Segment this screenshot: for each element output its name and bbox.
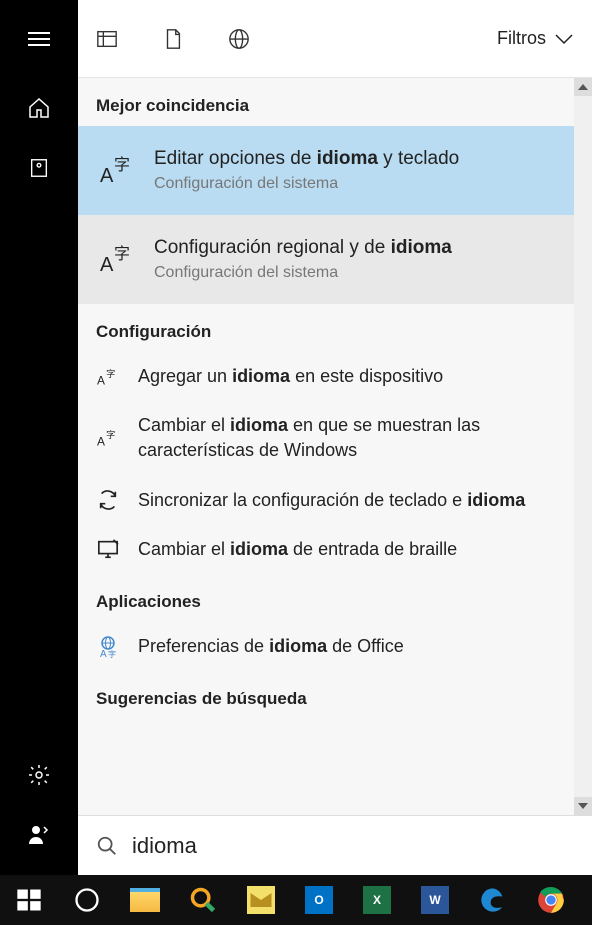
result-title: Sincronizar la configuración de teclado … — [138, 488, 525, 513]
home-icon — [27, 96, 51, 120]
edge-button[interactable] — [464, 875, 522, 925]
svg-text:A: A — [100, 649, 107, 659]
section-best-match: Mejor coincidencia — [78, 78, 574, 126]
svg-text:A: A — [97, 435, 105, 449]
result-title: Cambiar el idioma de entrada de braille — [138, 537, 457, 562]
result-title: Agregar un idioma en este dispositivo — [138, 364, 443, 389]
result-subtitle: Configuración del sistema — [154, 173, 459, 195]
svg-text:字: 字 — [114, 245, 130, 263]
feedback-button[interactable] — [0, 805, 78, 865]
sync-icon — [96, 488, 120, 512]
home-button[interactable] — [0, 78, 78, 138]
excel-button[interactable]: X — [348, 875, 406, 925]
windows-logo-icon — [15, 886, 43, 914]
settings-button[interactable] — [0, 745, 78, 805]
filters-label: Filtros — [497, 28, 546, 49]
folder-open-icon — [247, 886, 275, 914]
svg-text:A: A — [100, 254, 114, 276]
outlook-button[interactable]: O — [290, 875, 348, 925]
apps-scope-icon[interactable] — [96, 28, 118, 50]
svg-text:A: A — [97, 373, 105, 387]
cortana-circle-icon — [73, 886, 101, 914]
search-everything-button[interactable] — [174, 875, 232, 925]
edge-icon — [479, 886, 507, 914]
result-title: Preferencias de idioma de Office — [138, 634, 404, 659]
person-icon — [27, 823, 51, 847]
cortana-left-rail — [0, 0, 78, 875]
section-search-suggestions: Sugerencias de búsqueda — [78, 671, 574, 719]
menu-button[interactable] — [0, 0, 78, 78]
search-input[interactable] — [132, 833, 574, 859]
chevron-down-icon — [554, 33, 574, 45]
mail-button[interactable] — [232, 875, 290, 925]
start-button[interactable] — [0, 875, 58, 925]
settings-item-1[interactable]: A字 Agregar un idioma en este dispositivo — [78, 352, 574, 401]
documents-scope-icon[interactable] — [162, 28, 184, 50]
notebook-icon — [28, 157, 50, 179]
panel-header: Filtros — [78, 0, 592, 78]
result-title: Configuración regional y de idioma — [154, 235, 452, 262]
result-subtitle: Configuración del sistema — [154, 262, 452, 284]
result-title: Cambiar el idioma en que se muestran las… — [138, 413, 556, 463]
word-icon: W — [421, 886, 449, 914]
settings-item-4[interactable]: Cambiar el idioma de entrada de braille — [78, 525, 574, 574]
svg-text:字: 字 — [108, 649, 116, 659]
display-icon — [96, 537, 120, 561]
excel-icon: X — [363, 886, 391, 914]
filters-dropdown[interactable]: Filtros — [497, 28, 574, 49]
gear-icon — [27, 763, 51, 787]
file-explorer-button[interactable] — [116, 875, 174, 925]
taskbar: O X W — [0, 875, 592, 925]
language-icon: A 字 — [96, 239, 136, 279]
hamburger-icon — [28, 32, 50, 46]
scroll-down-arrow[interactable] — [574, 797, 592, 815]
outlook-icon: O — [305, 886, 333, 914]
folder-icon — [130, 888, 160, 912]
language-icon: A字 — [96, 365, 120, 389]
search-results-panel: Filtros Mejor coincidencia A 字 — [78, 0, 592, 875]
chrome-button[interactable] — [522, 875, 580, 925]
language-icon: A 字 — [96, 150, 136, 190]
chrome-icon — [537, 886, 565, 914]
web-scope-icon[interactable] — [228, 28, 250, 50]
svg-text:字: 字 — [106, 429, 115, 440]
notebook-button[interactable] — [0, 138, 78, 198]
settings-item-3[interactable]: Sincronizar la configuración de teclado … — [78, 476, 574, 525]
search-icon — [96, 835, 118, 857]
scrollbar[interactable] — [574, 78, 592, 815]
best-match-item-2[interactable]: A 字 Configuración regional y de idioma C… — [78, 215, 574, 304]
section-apps: Aplicaciones — [78, 574, 574, 622]
results-scroll-area: Mejor coincidencia A 字 Editar opciones d… — [78, 78, 592, 815]
magnifier-orange-icon — [189, 886, 217, 914]
apps-item-1[interactable]: A 字 Preferencias de idioma de Office — [78, 622, 574, 671]
cortana-button[interactable] — [58, 875, 116, 925]
language-icon: A字 — [96, 426, 120, 450]
word-button[interactable]: W — [406, 875, 464, 925]
svg-text:字: 字 — [106, 368, 115, 379]
best-match-item-1[interactable]: A 字 Editar opciones de idioma y teclado … — [78, 126, 574, 215]
settings-item-2[interactable]: A字 Cambiar el idioma en que se muestran … — [78, 401, 574, 475]
scroll-up-arrow[interactable] — [574, 78, 592, 96]
result-title: Editar opciones de idioma y teclado — [154, 146, 459, 173]
svg-text:A: A — [100, 165, 114, 187]
search-box — [78, 815, 592, 875]
section-settings: Configuración — [78, 304, 574, 352]
svg-text:字: 字 — [114, 156, 130, 174]
office-language-icon: A 字 — [96, 635, 120, 659]
